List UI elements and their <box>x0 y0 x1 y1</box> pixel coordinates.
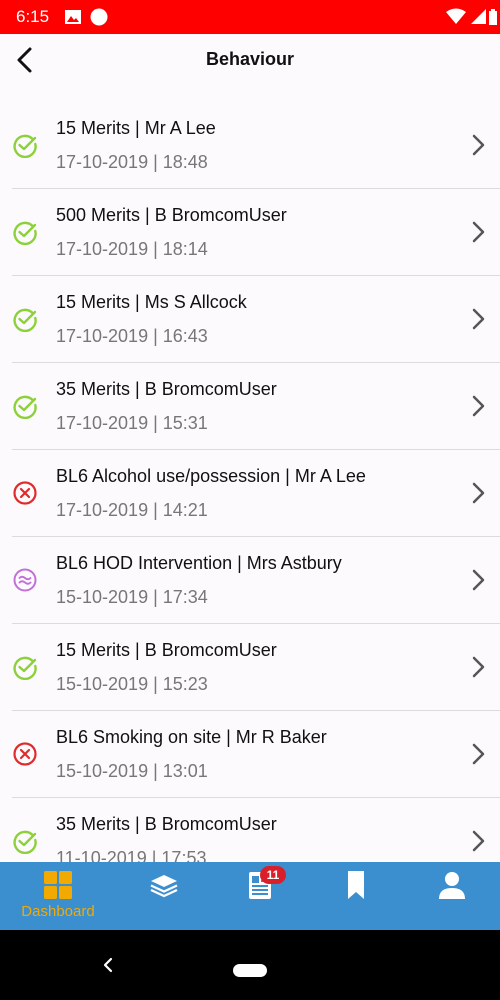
bottom-nav: Dashboard 11 <box>0 862 500 930</box>
check-circle-icon <box>13 656 37 680</box>
item-title: BL6 Alcohol use/possession | Mr A Lee <box>56 466 366 486</box>
list-item[interactable]: 15 Merits | Mr A Lee 17-10-2019 | 18:48 <box>12 102 500 189</box>
bookmark-icon <box>348 871 364 899</box>
chevron-right-icon <box>472 830 485 852</box>
list-item[interactable]: 35 Merits | B BromcomUser 17-10-2019 | 1… <box>12 363 500 450</box>
dashboard-icon <box>44 871 72 899</box>
item-datetime: 15-10-2019 | 17:34 <box>56 587 208 607</box>
item-title: 15 Merits | Ms S Allcock <box>56 292 247 312</box>
list-item[interactable]: 15 Merits | Ms S Allcock 17-10-2019 | 16… <box>12 276 500 363</box>
list-item[interactable]: BL6 Smoking on site | Mr R Baker 15-10-2… <box>12 711 500 798</box>
item-datetime: 17-10-2019 | 16:43 <box>56 326 208 346</box>
check-circle-icon <box>13 395 37 419</box>
list-item[interactable]: 15 Merits | B BromcomUser 15-10-2019 | 1… <box>12 624 500 711</box>
chevron-right-icon <box>472 569 485 591</box>
chevron-right-icon <box>472 308 485 330</box>
nav-layers[interactable] <box>114 862 214 930</box>
item-datetime: 17-10-2019 | 15:31 <box>56 413 208 433</box>
chevron-right-icon <box>472 656 485 678</box>
profile-icon <box>439 872 465 899</box>
page-title: Behaviour <box>205 49 295 69</box>
nav-dashboard[interactable]: Dashboard <box>8 862 108 930</box>
list-item[interactable]: 35 Merits | B BromcomUser 11-10-2019 | 1… <box>12 798 500 862</box>
layers-icon <box>150 875 178 898</box>
item-title: 15 Merits | B BromcomUser <box>56 640 277 660</box>
check-circle-icon <box>13 308 37 332</box>
nav-dashboard-label: Dashboard <box>21 903 95 920</box>
item-datetime: 17-10-2019 | 18:48 <box>56 152 208 172</box>
item-title: 35 Merits | B BromcomUser <box>56 379 277 399</box>
signal-icon <box>471 9 486 24</box>
circle-notification-icon <box>90 8 108 26</box>
behaviour-list[interactable]: 15 Merits | Mr A Lee 17-10-2019 | 18:48 … <box>0 102 500 862</box>
wifi-icon <box>446 8 466 24</box>
item-datetime: 17-10-2019 | 14:21 <box>56 500 208 520</box>
chevron-right-icon <box>472 134 485 156</box>
app-bar: Behaviour <box>0 34 500 86</box>
check-circle-icon <box>13 830 37 854</box>
system-back-icon[interactable] <box>100 956 116 974</box>
list-item[interactable]: BL6 Alcohol use/possession | Mr A Lee 17… <box>12 450 500 537</box>
item-title: 500 Merits | B BromcomUser <box>56 205 287 225</box>
nav-bookmarks[interactable] <box>306 862 406 930</box>
list-item[interactable]: BL6 HOD Intervention | Mrs Astbury 15-10… <box>12 537 500 624</box>
chevron-right-icon <box>472 743 485 765</box>
approx-circle-icon <box>13 568 37 592</box>
item-title: 15 Merits | Mr A Lee <box>56 118 216 138</box>
cross-circle-icon <box>13 742 37 766</box>
check-circle-icon <box>13 134 37 158</box>
image-notification-icon <box>65 10 81 24</box>
messages-badge: 11 <box>260 866 286 884</box>
chevron-right-icon <box>472 482 485 504</box>
chevron-right-icon <box>472 221 485 243</box>
item-title: BL6 Smoking on site | Mr R Baker <box>56 727 327 747</box>
chevron-right-icon <box>472 395 485 417</box>
cross-circle-icon <box>13 481 37 505</box>
item-datetime: 15-10-2019 | 15:23 <box>56 674 208 694</box>
battery-icon <box>489 9 497 25</box>
check-circle-icon <box>13 221 37 245</box>
status-time: 6:15 <box>16 7 50 26</box>
status-bar: 6:15 <box>0 0 500 34</box>
nav-messages[interactable]: 11 <box>210 862 310 930</box>
nav-profile[interactable] <box>402 862 500 930</box>
item-datetime: 15-10-2019 | 13:01 <box>56 761 208 781</box>
item-title: BL6 HOD Intervention | Mrs Astbury <box>56 553 342 573</box>
system-home-button[interactable] <box>233 964 267 977</box>
item-datetime: 17-10-2019 | 18:14 <box>56 239 208 259</box>
list-item[interactable]: 500 Merits | B BromcomUser 17-10-2019 | … <box>12 189 500 276</box>
item-datetime: 11-10-2019 | 17:53 <box>56 848 207 862</box>
item-title: 35 Merits | B BromcomUser <box>56 814 277 834</box>
